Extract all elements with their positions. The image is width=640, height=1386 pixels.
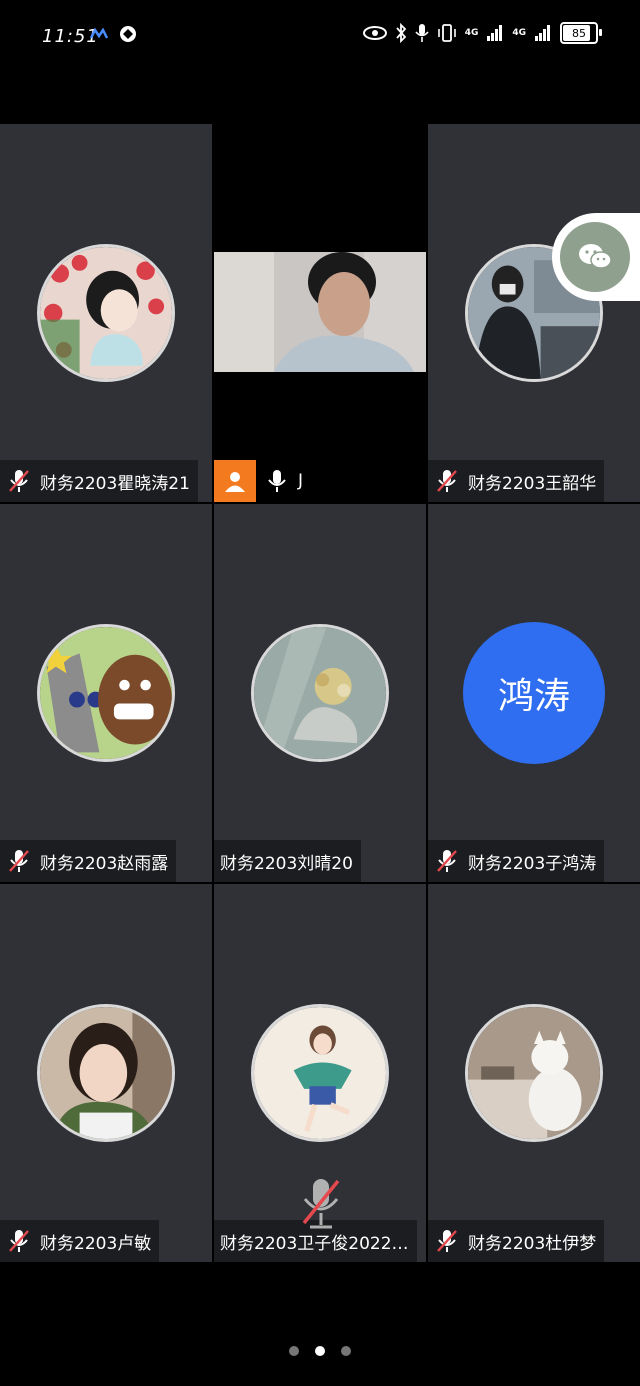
participant-tile[interactable]: J: [214, 124, 426, 502]
network-label-1: 4G: [464, 28, 479, 38]
participant-tile[interactable]: 财务2203卢敏: [0, 884, 212, 1262]
participant-name: 财务2203赵雨露: [40, 853, 169, 874]
mic-muted-icon: [437, 850, 457, 872]
participant-tile[interactable]: 财务2203杜伊梦: [428, 884, 640, 1262]
page-dot-active[interactable]: [315, 1346, 325, 1356]
cartoon-girl-dancing-icon: [254, 1007, 386, 1139]
participant-tile[interactable]: 财务2203王韶华: [428, 124, 640, 502]
participant-name: 财务2203卢敏: [40, 1233, 152, 1254]
participant-tile[interactable]: 财务2203赵雨露: [0, 504, 212, 882]
participant-name: 财务2203王韶华: [468, 473, 597, 494]
mute-toggle-button[interactable]: [296, 1175, 346, 1233]
participant-name-label: J: [214, 460, 312, 502]
participant-tile[interactable]: 财务2203瞿晓涛21: [0, 124, 212, 502]
sync-icon: [120, 26, 136, 42]
app-notification-icon: [90, 28, 108, 39]
participant-name-label: 财务2203瞿晓涛21: [0, 460, 198, 502]
participant-name: 财务2203瞿晓涛21: [40, 473, 190, 494]
participant-tile[interactable]: 鸿涛 财务2203子鸿涛: [428, 504, 640, 882]
participant-avatar: [251, 1004, 389, 1142]
vibrate-icon: [437, 24, 456, 42]
wechat-icon: [560, 222, 630, 292]
signal-icon-2: [535, 25, 550, 41]
photo-child-icon: [40, 1007, 172, 1139]
participant-name: 财务2203杜伊梦: [468, 1233, 597, 1254]
network-label-2: 4G: [512, 28, 526, 38]
page-dot[interactable]: [341, 1346, 351, 1356]
page-dot[interactable]: [289, 1346, 299, 1356]
participant-name-label: 财务2203刘晴20: [214, 840, 361, 882]
page-indicator: [0, 1346, 640, 1356]
floating-wechat-button[interactable]: [552, 213, 640, 301]
mic-muted-icon: [9, 1230, 29, 1252]
mic-muted-icon: [9, 850, 29, 872]
participant-name-label: 财务2203杜伊梦: [428, 1220, 605, 1262]
status-left-icons: [90, 24, 138, 44]
participant-name-label: 财务2203卢敏: [0, 1220, 160, 1262]
mic-muted-icon: [437, 470, 457, 492]
status-right-icons: 4G 4G 85: [362, 22, 602, 44]
photo-white-cat-icon: [468, 1007, 600, 1139]
participant-avatar: [37, 1004, 175, 1142]
mic-muted-large-icon: [302, 1179, 340, 1229]
mic-muted-icon: [437, 1230, 457, 1252]
live-video-feed: [214, 252, 426, 372]
microphone-status-icon: [415, 24, 429, 42]
mic-on-icon: [268, 470, 286, 492]
bluetooth-icon: [396, 23, 406, 43]
participant-avatar: [37, 624, 175, 762]
cartoon-girl-flowers-icon: [254, 627, 386, 759]
participant-avatar: [37, 244, 175, 382]
participant-name-label: 财务2203赵雨露: [0, 840, 177, 882]
participant-name: J: [298, 471, 304, 491]
cartoon-bear-icon: [40, 627, 172, 759]
signal-icon: [487, 25, 503, 41]
participant-grid: 财务2203瞿晓涛21 J 财务2203王韶华 财务2203赵雨露 财务2203…: [0, 124, 640, 1262]
participant-avatar: [251, 624, 389, 762]
participant-tile[interactable]: 财务2203刘晴20: [214, 504, 426, 882]
participant-text-avatar: 鸿涛: [463, 622, 605, 764]
participant-avatar: [465, 1004, 603, 1142]
user-placeholder-icon: [214, 460, 256, 502]
mic-muted-icon: [9, 470, 29, 492]
cartoon-girl-roses-icon: [40, 247, 172, 379]
battery-indicator: 85: [560, 22, 602, 44]
battery-level: 85: [572, 26, 586, 40]
eye-icon: [362, 26, 387, 40]
participant-name: 财务2203刘晴20: [220, 853, 353, 874]
participant-name-label: 财务2203子鸿涛: [428, 840, 605, 882]
status-bar: 11:51 4G 4G 85: [0, 0, 640, 72]
participant-name-label: 财务2203王韶华: [428, 460, 605, 502]
participant-name: 财务2203子鸿涛: [468, 853, 597, 874]
